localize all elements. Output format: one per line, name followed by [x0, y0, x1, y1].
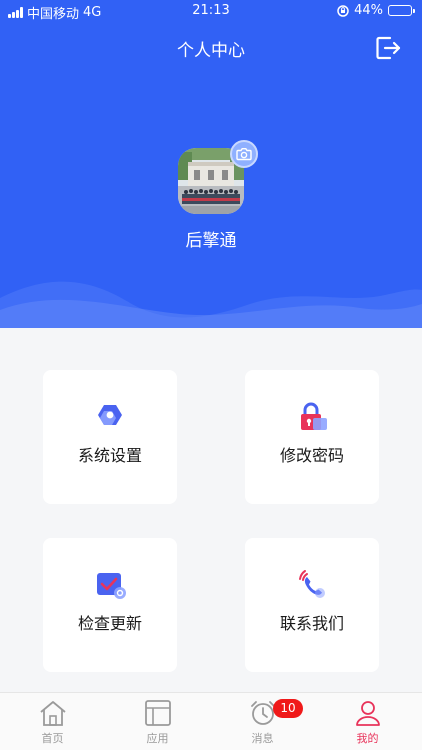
tab-label: 应用	[146, 732, 169, 745]
status-bar: 中国移动 4G 21:13 44%	[0, 0, 422, 22]
page-title: 个人中心	[177, 41, 245, 61]
orientation-lock-icon	[337, 4, 349, 17]
tab-apps[interactable]: 应用	[105, 693, 210, 750]
camera-icon[interactable]	[230, 140, 258, 168]
menu-card-system-settings[interactable]: 系统设置	[43, 370, 177, 504]
tab-label: 消息	[251, 732, 274, 745]
settings-icon	[98, 405, 122, 425]
logout-icon[interactable]	[374, 34, 402, 62]
alarm-clock-icon	[250, 701, 275, 725]
home-icon	[39, 701, 66, 726]
avatar-container[interactable]	[178, 140, 258, 214]
menu-card-change-password[interactable]: 修改密码	[245, 370, 379, 504]
profile-header: 中国移动 4G 21:13 44% 个人中心 后擎通	[0, 0, 422, 328]
menu-label: 系统设置	[77, 446, 142, 465]
battery-icon	[388, 5, 415, 16]
user-icon	[355, 701, 380, 726]
menu-label: 修改密码	[279, 446, 344, 465]
menu-label: 检查更新	[77, 614, 142, 633]
menu-label: 联系我们	[279, 614, 344, 633]
apps-icon	[144, 700, 171, 726]
header-wave-decoration	[0, 281, 422, 328]
user-name: 后擎通	[185, 231, 237, 251]
lock-icon	[301, 402, 327, 430]
menu-card-contact-us[interactable]: 联系我们	[245, 538, 379, 672]
tab-label: 首页	[41, 732, 64, 745]
bottom-tab-bar: 首页 应用 消息 我的	[0, 692, 422, 750]
menu-card-check-update[interactable]: 检查更新	[43, 538, 177, 672]
tab-home[interactable]: 首页	[0, 693, 105, 750]
tab-mine[interactable]: 我的	[315, 693, 420, 750]
tab-label: 我的	[356, 732, 379, 745]
update-check-icon	[97, 573, 126, 599]
message-count-badge: 10	[273, 699, 303, 718]
phone-icon	[299, 570, 325, 598]
battery-percent: 44%	[354, 3, 383, 18]
